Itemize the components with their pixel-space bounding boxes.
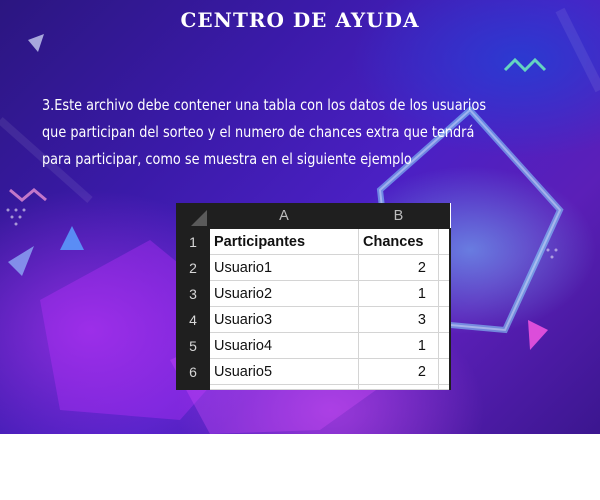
row-number: 2 (176, 254, 210, 281)
participant-header-cell: Participantes (209, 228, 359, 255)
empty-cell (438, 332, 451, 359)
example-spreadsheet: A B 1 Participantes Chances 2 Usuario1 2… (176, 203, 451, 390)
row-number: 6 (176, 358, 210, 385)
participant-cell: Usuario3 (209, 306, 359, 333)
instructions-text: 3.Este archivo debe contener una tabla c… (42, 92, 500, 173)
table-row: 2 Usuario1 2 (176, 254, 451, 281)
empty-cell (358, 384, 439, 390)
chances-cell: 1 (358, 280, 439, 307)
row-number (176, 384, 210, 390)
empty-cell (209, 384, 359, 390)
table-row: 4 Usuario3 3 (176, 306, 451, 333)
row-number: 4 (176, 306, 210, 333)
instructions-line: que participan del sorteo y el numero de… (42, 123, 475, 141)
empty-cell (438, 254, 451, 281)
table-row: 5 Usuario4 1 (176, 332, 451, 359)
instructions-line: para participar, como se muestra en el s… (42, 150, 412, 168)
column-header-blank (438, 203, 450, 229)
empty-cell (438, 384, 451, 390)
chances-cell: 1 (358, 332, 439, 359)
empty-cell (438, 358, 451, 385)
row-number: 3 (176, 280, 210, 307)
chances-cell: 2 (358, 358, 439, 385)
empty-cell (438, 306, 451, 333)
column-header-b: B (358, 203, 439, 229)
page-title: CENTRO DE AYUDA (180, 8, 420, 32)
blank-footer-area (0, 434, 600, 500)
row-number: 1 (176, 228, 210, 255)
table-row: 6 Usuario5 2 (176, 358, 451, 385)
select-all-corner (176, 203, 210, 229)
participant-cell: Usuario5 (209, 358, 359, 385)
empty-cell (438, 280, 451, 307)
column-header-a: A (209, 203, 359, 229)
chances-cell: 3 (358, 306, 439, 333)
participant-cell: Usuario1 (209, 254, 359, 281)
table-row: 1 Participantes Chances (176, 228, 451, 255)
row-number: 5 (176, 332, 210, 359)
table-row: 3 Usuario2 1 (176, 280, 451, 307)
corner-triangle-icon (191, 210, 207, 226)
participant-cell: Usuario2 (209, 280, 359, 307)
table-row-partial (176, 384, 451, 390)
empty-cell (438, 228, 451, 255)
instructions-line: 3.Este archivo debe contener una tabla c… (42, 96, 487, 114)
participant-cell: Usuario4 (209, 332, 359, 359)
hero-banner: CENTRO DE AYUDA 3.Este archivo debe cont… (0, 0, 600, 434)
chances-header-cell: Chances (358, 228, 439, 255)
chances-cell: 2 (358, 254, 439, 281)
